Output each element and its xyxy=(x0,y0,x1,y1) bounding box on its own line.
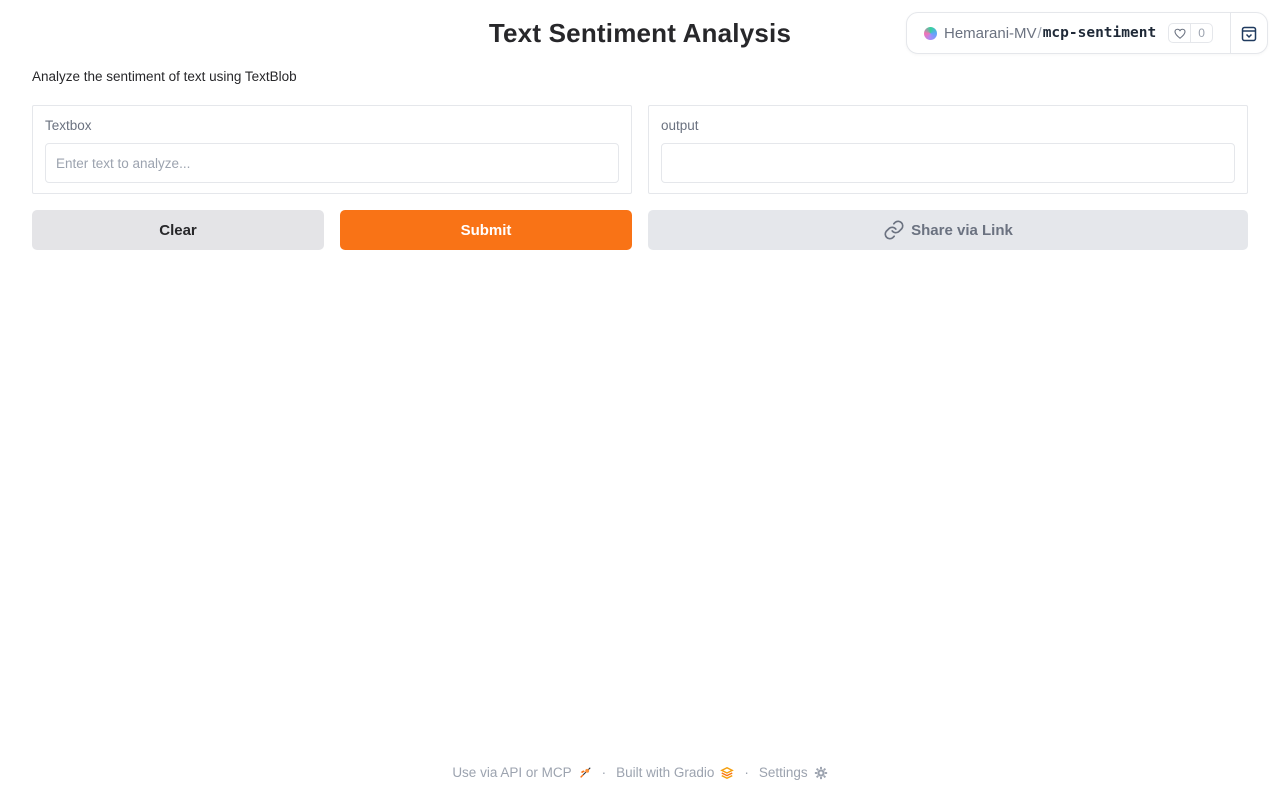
heart-icon xyxy=(1169,24,1192,42)
footer-separator: · xyxy=(601,765,607,780)
like-count: 0 xyxy=(1198,26,1205,40)
collapse-icon[interactable] xyxy=(1240,25,1258,43)
gradio-link[interactable]: Built with Gradio xyxy=(616,765,735,780)
page-description: Analyze the sentiment of text using Text… xyxy=(32,69,297,84)
space-badge: Hemarani-MV / mcp-sentiment 0 xyxy=(906,12,1268,54)
rocket-icon xyxy=(578,766,592,780)
share-label: Share via Link xyxy=(911,221,1013,239)
output-field[interactable] xyxy=(661,143,1235,183)
text-input[interactable] xyxy=(45,143,619,183)
api-link-label: Use via API or MCP xyxy=(452,765,572,780)
output-panel: output xyxy=(648,105,1248,194)
owner-avatar[interactable] xyxy=(924,26,937,40)
footer: Use via API or MCP · Built with Gradio ·… xyxy=(0,765,1280,780)
like-button[interactable]: 0 xyxy=(1168,23,1213,43)
gradio-link-label: Built with Gradio xyxy=(616,765,715,780)
textbox-label: Textbox xyxy=(45,118,92,133)
footer-separator: · xyxy=(744,765,749,780)
link-icon xyxy=(883,219,905,241)
api-link[interactable]: Use via API or MCP xyxy=(452,765,591,780)
space-repo-link[interactable]: mcp-sentiment xyxy=(1043,25,1157,41)
space-owner-link[interactable]: Hemarani-MV xyxy=(944,25,1037,42)
output-label: output xyxy=(661,118,699,133)
gradio-logo-icon xyxy=(720,766,735,780)
gear-icon xyxy=(814,766,828,780)
settings-link-label: Settings xyxy=(758,765,808,780)
input-panel: Textbox xyxy=(32,105,632,194)
share-link-button[interactable]: Share via Link xyxy=(648,210,1248,250)
submit-button[interactable]: Submit xyxy=(340,210,632,250)
badge-divider xyxy=(1230,13,1231,53)
path-separator: / xyxy=(1037,24,1042,42)
settings-link[interactable]: Settings xyxy=(759,765,828,780)
clear-button[interactable]: Clear xyxy=(32,210,324,250)
